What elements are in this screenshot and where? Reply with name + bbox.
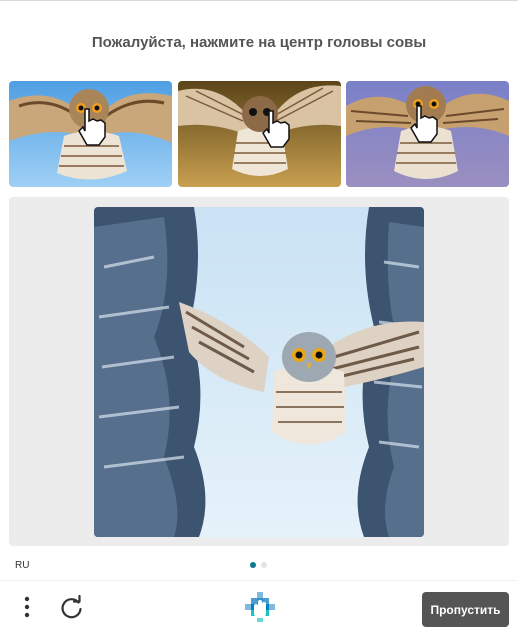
skip-button[interactable]: Пропустить <box>422 592 509 627</box>
refresh-button[interactable] <box>58 594 86 622</box>
hcaptcha-logo[interactable] <box>243 591 277 625</box>
challenge-prompt: Пожалуйста, нажмите на центр головы совы <box>91 34 427 51</box>
task-area <box>9 197 509 546</box>
example-image-1 <box>9 81 172 187</box>
hcaptcha-logo-icon <box>245 592 275 622</box>
top-border <box>0 0 518 1</box>
pagination-dot-active <box>250 562 256 568</box>
vertical-dots-icon <box>24 596 30 618</box>
refresh-icon <box>61 594 82 619</box>
example-images <box>9 81 509 187</box>
example-image-2 <box>178 81 341 187</box>
menu-button[interactable] <box>14 594 40 622</box>
language-selector[interactable]: RU <box>15 560 29 571</box>
footer-divider <box>0 580 518 581</box>
task-image-owl[interactable] <box>94 207 424 537</box>
pagination-dot <box>261 562 267 568</box>
example-image-3 <box>346 81 509 187</box>
